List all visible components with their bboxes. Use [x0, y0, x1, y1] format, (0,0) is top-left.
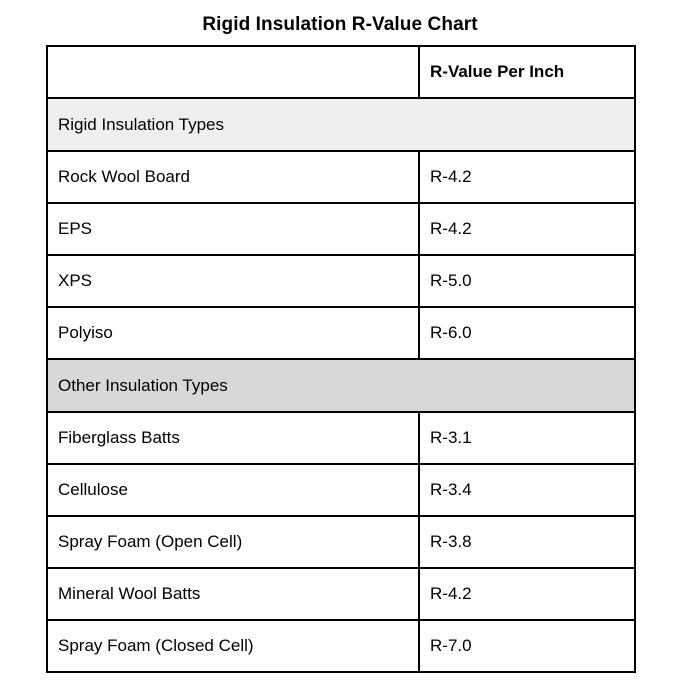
cell-rvalue: R-3.8 [418, 515, 636, 569]
table-row: Mineral Wool Batts R-4.2 [46, 567, 636, 621]
cell-rvalue: R-4.2 [418, 202, 636, 256]
cell-name: Polyiso [46, 306, 420, 360]
cell-rvalue: R-7.0 [418, 619, 636, 673]
cell-name: Cellulose [46, 463, 420, 517]
cell-name: XPS [46, 254, 420, 308]
table-header-row: R-Value Per Inch [46, 45, 636, 99]
section-header-row-other: Other Insulation Types [46, 358, 636, 413]
section-header-row-rigid: Rigid Insulation Types [46, 97, 636, 152]
cell-rvalue: R-3.1 [418, 411, 636, 465]
table-body: Rigid Insulation Types Rock Wool Board R… [46, 97, 636, 673]
table-row: Spray Foam (Closed Cell) R-7.0 [46, 619, 636, 673]
section-label-rigid: Rigid Insulation Types [46, 97, 636, 152]
table-row: EPS R-4.2 [46, 202, 636, 256]
page-root: Rigid Insulation R-Value Chart R-Value P… [0, 0, 680, 682]
table-row: Cellulose R-3.4 [46, 463, 636, 517]
table-row: Fiberglass Batts R-3.1 [46, 411, 636, 465]
cell-name: Mineral Wool Batts [46, 567, 420, 621]
cell-rvalue: R-5.0 [418, 254, 636, 308]
cell-rvalue: R-3.4 [418, 463, 636, 517]
cell-name: Spray Foam (Closed Cell) [46, 619, 420, 673]
column-header-name [46, 45, 420, 99]
table-row: XPS R-5.0 [46, 254, 636, 308]
rvalue-table-container: R-Value Per Inch Rigid Insulation Types … [46, 45, 636, 673]
cell-name: Fiberglass Batts [46, 411, 420, 465]
cell-name: EPS [46, 202, 420, 256]
section-label-other: Other Insulation Types [46, 358, 636, 413]
cell-rvalue: R-6.0 [418, 306, 636, 360]
page-title: Rigid Insulation R-Value Chart [202, 14, 478, 35]
cell-rvalue: R-4.2 [418, 567, 636, 621]
table-header: R-Value Per Inch [46, 45, 636, 99]
rvalue-table: R-Value Per Inch Rigid Insulation Types … [46, 45, 636, 673]
table-row: Rock Wool Board R-4.2 [46, 150, 636, 204]
cell-rvalue: R-4.2 [418, 150, 636, 204]
table-row: Polyiso R-6.0 [46, 306, 636, 360]
cell-name: Rock Wool Board [46, 150, 420, 204]
table-row: Spray Foam (Open Cell) R-3.8 [46, 515, 636, 569]
column-header-rvalue: R-Value Per Inch [418, 45, 636, 99]
cell-name: Spray Foam (Open Cell) [46, 515, 420, 569]
